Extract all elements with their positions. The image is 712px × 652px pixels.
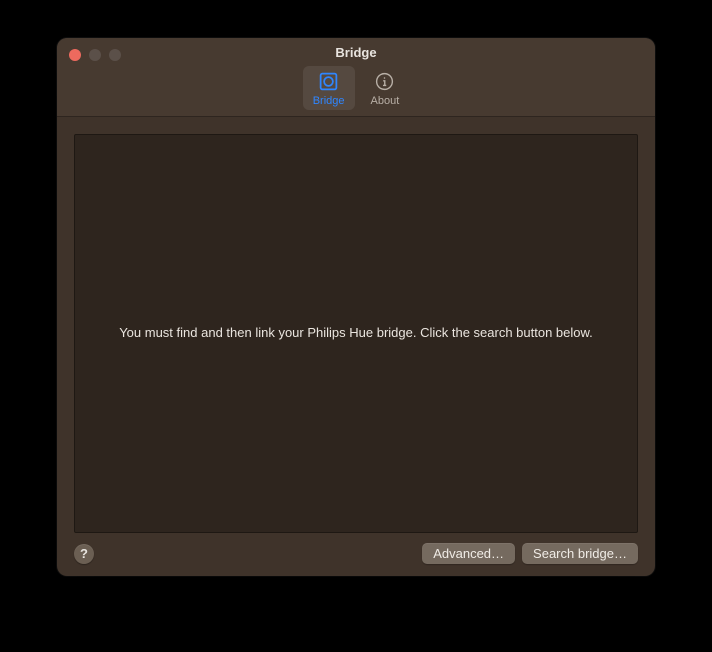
minimize-window-button[interactable] — [89, 49, 101, 61]
help-button[interactable]: ? — [74, 544, 94, 564]
titlebar: Bridge Bridge — [57, 38, 655, 117]
bridge-icon — [318, 70, 340, 92]
toolbar-tabs: Bridge About — [303, 66, 410, 110]
tab-bridge-label: Bridge — [313, 95, 345, 107]
preferences-window: Bridge Bridge — [57, 38, 655, 576]
content-area: You must find and then link your Philips… — [57, 117, 655, 576]
traffic-lights — [69, 49, 121, 61]
bridge-panel: You must find and then link your Philips… — [74, 134, 638, 533]
footer: ? Advanced… Search bridge… — [74, 533, 638, 564]
instruction-message: You must find and then link your Philips… — [119, 324, 593, 342]
tab-about[interactable]: About — [361, 66, 410, 110]
search-bridge-button[interactable]: Search bridge… — [522, 543, 638, 564]
tab-bridge[interactable]: Bridge — [303, 66, 355, 110]
window-title: Bridge — [335, 45, 376, 60]
close-window-button[interactable] — [69, 49, 81, 61]
zoom-window-button[interactable] — [109, 49, 121, 61]
advanced-button[interactable]: Advanced… — [422, 543, 515, 564]
tab-about-label: About — [371, 95, 400, 107]
info-icon — [374, 70, 396, 92]
